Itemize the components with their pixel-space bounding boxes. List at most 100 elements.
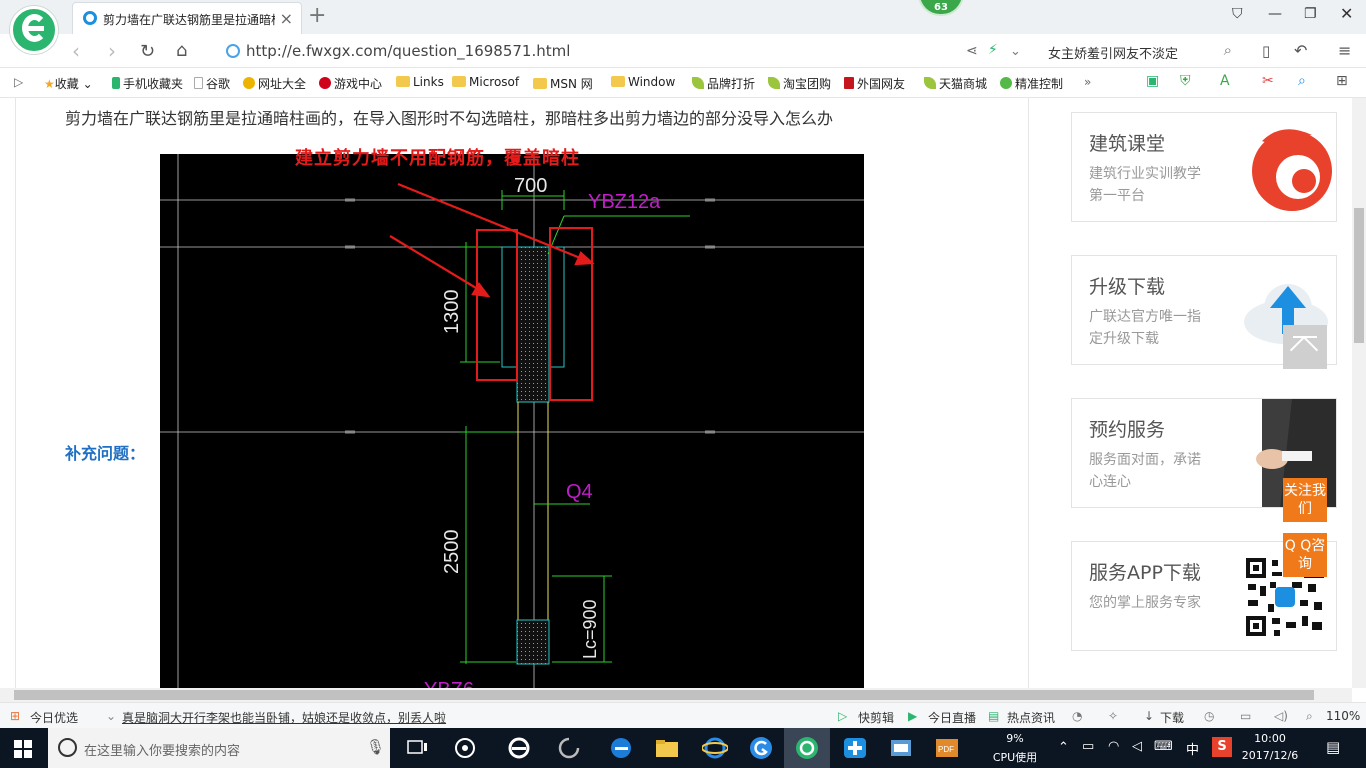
- battery-icon[interactable]: ▭: [1082, 739, 1094, 754]
- zoom-icon[interactable]: ⌕: [1306, 709, 1313, 724]
- bookmark-windows[interactable]: Window: [611, 75, 675, 89]
- microphone-icon[interactable]: 🎙: [366, 738, 385, 756]
- chevron-down-icon[interactable]: ⌄: [1010, 44, 1021, 59]
- notification-badge[interactable]: 63: [918, 0, 964, 16]
- horizontal-scrollbar[interactable]: [0, 688, 1352, 702]
- 360-browser-icon[interactable]: [794, 736, 820, 760]
- search-icon[interactable]: ⌕: [1224, 41, 1232, 59]
- maximize-button[interactable]: ❐: [1304, 6, 1317, 22]
- home-icon[interactable]: ⌂: [176, 40, 187, 61]
- folder-icon: [396, 76, 410, 87]
- bookmark-taobao[interactable]: 淘宝团购: [768, 75, 831, 92]
- bookmark-links[interactable]: Links: [396, 75, 444, 89]
- wifi-icon[interactable]: ◠: [1108, 739, 1119, 754]
- refresh-icon[interactable]: ↻: [140, 41, 155, 62]
- spiral-app-icon[interactable]: [556, 736, 582, 760]
- scissors-icon[interactable]: ✂: [1262, 73, 1274, 89]
- download-link[interactable]: 下载: [1160, 709, 1184, 726]
- question-text: 剪力墙在广联达钢筋里是拉通暗柱画的，在导入图形时不勾选暗柱，那暗柱多出剪力墙边的…: [65, 109, 834, 128]
- bookmark-foreign[interactable]: 外国网友: [844, 75, 905, 92]
- bookmark-brand-sale[interactable]: 品牌打折: [692, 75, 755, 92]
- clock-time[interactable]: 10:00: [1240, 732, 1300, 745]
- keyboard-icon[interactable]: ⌨: [1154, 739, 1173, 754]
- pdf-app-icon[interactable]: PDF: [934, 736, 960, 760]
- close-window-button[interactable]: ✕: [1340, 4, 1353, 23]
- window-icon[interactable]: ▭: [1240, 709, 1251, 723]
- bookmark-favorites[interactable]: ★收藏 ⌄: [44, 75, 93, 92]
- address-bar[interactable]: http://e.fwxgx.com/question_1698571.html: [222, 38, 962, 64]
- shield-icon[interactable]: ⛨: [1180, 73, 1191, 89]
- notification-center-icon[interactable]: ▤: [1326, 738, 1340, 756]
- share-icon[interactable]: ⋖: [966, 43, 978, 59]
- volume-icon[interactable]: ◁): [1274, 709, 1288, 723]
- folder-icon: [452, 76, 466, 87]
- ie-edge-app-icon[interactable]: [506, 736, 532, 760]
- plus-app-icon[interactable]: [842, 736, 868, 760]
- close-tab-icon[interactable]: ×: [280, 9, 293, 28]
- phone-icon[interactable]: ▯: [1262, 42, 1270, 60]
- reader-icon[interactable]: ▣: [1146, 73, 1159, 89]
- follow-us-button[interactable]: 关注我们: [1283, 478, 1327, 522]
- translate-icon[interactable]: A: [1220, 73, 1230, 89]
- bookmark-sites[interactable]: 网址大全: [243, 75, 306, 92]
- quick-edit-link[interactable]: 快剪辑: [858, 709, 894, 726]
- bookmark-control[interactable]: 精准控制: [1000, 75, 1063, 92]
- bookmark-mobile[interactable]: 手机收藏夹: [112, 75, 183, 92]
- bookmark-tmall[interactable]: 天猫商城: [924, 75, 987, 92]
- phone-icon: [112, 77, 120, 89]
- chevron-up-icon[interactable]: ⌃: [1058, 740, 1069, 755]
- news-headline-link[interactable]: 真是脑洞大开行李架也能当卧铺，姑娘还是收敛点，别丢人啦: [122, 709, 446, 726]
- ime-indicator[interactable]: 中: [1186, 739, 1199, 758]
- today-live-link[interactable]: 今日直播: [928, 709, 976, 726]
- menu-icon[interactable]: ≡: [1338, 41, 1351, 60]
- file-explorer-icon[interactable]: [654, 736, 680, 760]
- browser-logo-icon[interactable]: [10, 6, 58, 54]
- today-pick-label[interactable]: 今日优选: [30, 709, 78, 726]
- bookmark-google[interactable]: 谷歌: [194, 75, 230, 92]
- speed-icon[interactable]: ◔: [1072, 709, 1082, 723]
- apps-grid-icon[interactable]: ⊞: [1336, 73, 1348, 89]
- chevron-down-icon[interactable]: ⌄: [106, 709, 116, 723]
- edge-browser-icon[interactable]: [608, 736, 634, 760]
- taskbar-search-placeholder[interactable]: 在这里输入你要搜索的内容: [84, 740, 240, 759]
- clock-date[interactable]: 2017/12/6: [1234, 749, 1306, 762]
- history-icon[interactable]: ◷: [1204, 709, 1214, 723]
- forward-icon[interactable]: ›: [108, 39, 116, 63]
- search-query[interactable]: 女主娇羞引网友不淡定: [1048, 43, 1178, 62]
- url-text[interactable]: http://e.fwxgx.com/question_1698571.html: [246, 42, 570, 60]
- qq-consult-button[interactable]: Q Q咨询: [1283, 533, 1327, 577]
- scroll-thumb[interactable]: [1354, 208, 1364, 343]
- internet-explorer-icon[interactable]: [702, 736, 728, 760]
- search-box[interactable]: 女主娇羞引网友不淡定 ⌕: [1040, 38, 1240, 64]
- new-tab-button[interactable]: +: [308, 3, 326, 28]
- task-view-icon[interactable]: [404, 736, 430, 760]
- clean-icon[interactable]: ✧: [1108, 709, 1118, 723]
- bookmark-games[interactable]: 游戏中心: [319, 75, 382, 92]
- sogou-browser-icon[interactable]: [748, 736, 774, 760]
- back-to-top-button[interactable]: [1283, 325, 1327, 369]
- undo-icon[interactable]: ↶: [1294, 41, 1307, 60]
- cad-drawing-image[interactable]: 700 YBZ12a 1300 Q4 2500 Lc=900 YBZ6: [160, 154, 864, 688]
- photo-viewer-icon[interactable]: [888, 736, 914, 760]
- lightning-icon[interactable]: ⚡: [988, 42, 998, 58]
- bookmark-microsoft[interactable]: Microsof: [452, 75, 519, 89]
- sidebar-toggle-icon[interactable]: ▷: [14, 75, 23, 89]
- vertical-scrollbar[interactable]: [1352, 98, 1366, 688]
- cad-annotation-text: 建立剪力墙不用配钢筋，覆盖暗柱: [295, 148, 580, 169]
- bookmark-msn[interactable]: MSN 网: [533, 75, 593, 92]
- scroll-thumb[interactable]: [14, 690, 1314, 700]
- card-building-class[interactable]: 建筑课堂 建筑行业实训教学第一平台: [1071, 112, 1337, 222]
- more-bookmarks-icon[interactable]: »: [1084, 75, 1091, 89]
- sogou-ime-icon[interactable]: S: [1212, 737, 1232, 757]
- windows-start-icon[interactable]: [14, 740, 32, 758]
- skin-icon[interactable]: ⛉: [1232, 6, 1243, 22]
- taskbar-search-box[interactable]: 在这里输入你要搜索的内容 🎙: [48, 728, 390, 768]
- hot-news-link[interactable]: 热点资讯: [1007, 709, 1055, 726]
- zoom-level[interactable]: 110%: [1326, 709, 1360, 723]
- back-icon[interactable]: ‹: [72, 39, 80, 63]
- pinwheel-app-icon[interactable]: [452, 736, 478, 760]
- zoom-tool-icon[interactable]: ⌕: [1298, 73, 1306, 89]
- speaker-icon[interactable]: ◁: [1132, 739, 1142, 754]
- minimize-button[interactable]: —: [1268, 6, 1282, 22]
- browser-tab[interactable]: 剪力墙在广联达钢筋里是拉通暗柱 ×: [72, 2, 302, 34]
